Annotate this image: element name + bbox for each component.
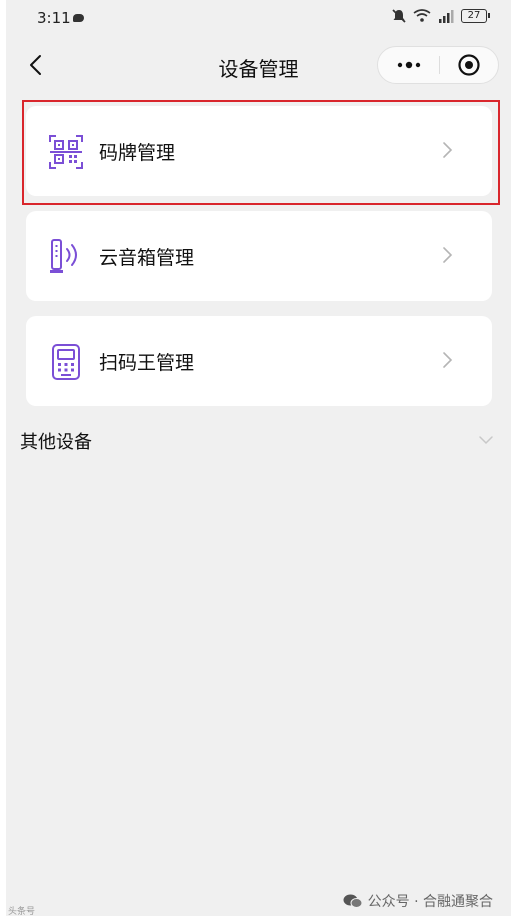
card-label-qr-plate: 码牌管理 bbox=[99, 142, 176, 164]
status-icons: 27 bbox=[391, 8, 490, 24]
chevron-right-icon bbox=[443, 352, 453, 368]
chevron-right-icon bbox=[443, 247, 453, 263]
wechat-icon bbox=[343, 894, 363, 908]
pos-terminal-icon bbox=[52, 344, 80, 380]
battery-indicator: 27 bbox=[461, 9, 490, 23]
target-close-icon bbox=[458, 54, 480, 76]
chevron-right-icon bbox=[443, 142, 453, 158]
chevron-down-icon bbox=[479, 436, 493, 445]
notification-icon bbox=[73, 14, 84, 22]
more-dots-icon bbox=[397, 61, 420, 69]
device-card-cloud-speaker[interactable]: 云音箱管理 bbox=[26, 211, 492, 301]
nav-bar: 设备管理 bbox=[6, 38, 511, 92]
watermark-text: 公众号 · 合融通聚合 bbox=[367, 894, 493, 910]
watermark-account: 公众号 · 合融通聚合 bbox=[343, 891, 493, 911]
card-label-cloud-speaker: 云音箱管理 bbox=[99, 247, 195, 269]
mute-icon bbox=[392, 9, 406, 23]
other-devices-row[interactable]: 其他设备 bbox=[6, 422, 511, 462]
more-button[interactable] bbox=[378, 47, 439, 83]
phone-screen: 3:11 27 设备管理 码牌管理 云音箱管理 扫码王管理 其他设备 公众号 ·… bbox=[6, 0, 511, 916]
device-card-qr-plate[interactable]: 码牌管理 bbox=[26, 106, 492, 196]
close-mini-program-button[interactable] bbox=[440, 47, 498, 83]
status-time: 3:11 bbox=[37, 9, 71, 27]
mini-program-capsule bbox=[377, 46, 499, 84]
status-bar: 3:11 27 bbox=[6, 0, 511, 38]
card-label-scanner: 扫码王管理 bbox=[99, 352, 195, 374]
signal-icon bbox=[439, 10, 454, 23]
wifi-icon bbox=[413, 9, 431, 22]
other-devices-label: 其他设备 bbox=[20, 432, 92, 453]
watermark-left: 头条号 bbox=[8, 907, 36, 917]
speaker-icon bbox=[50, 239, 77, 273]
device-card-scanner[interactable]: 扫码王管理 bbox=[26, 316, 492, 406]
qr-code-icon bbox=[49, 135, 83, 169]
